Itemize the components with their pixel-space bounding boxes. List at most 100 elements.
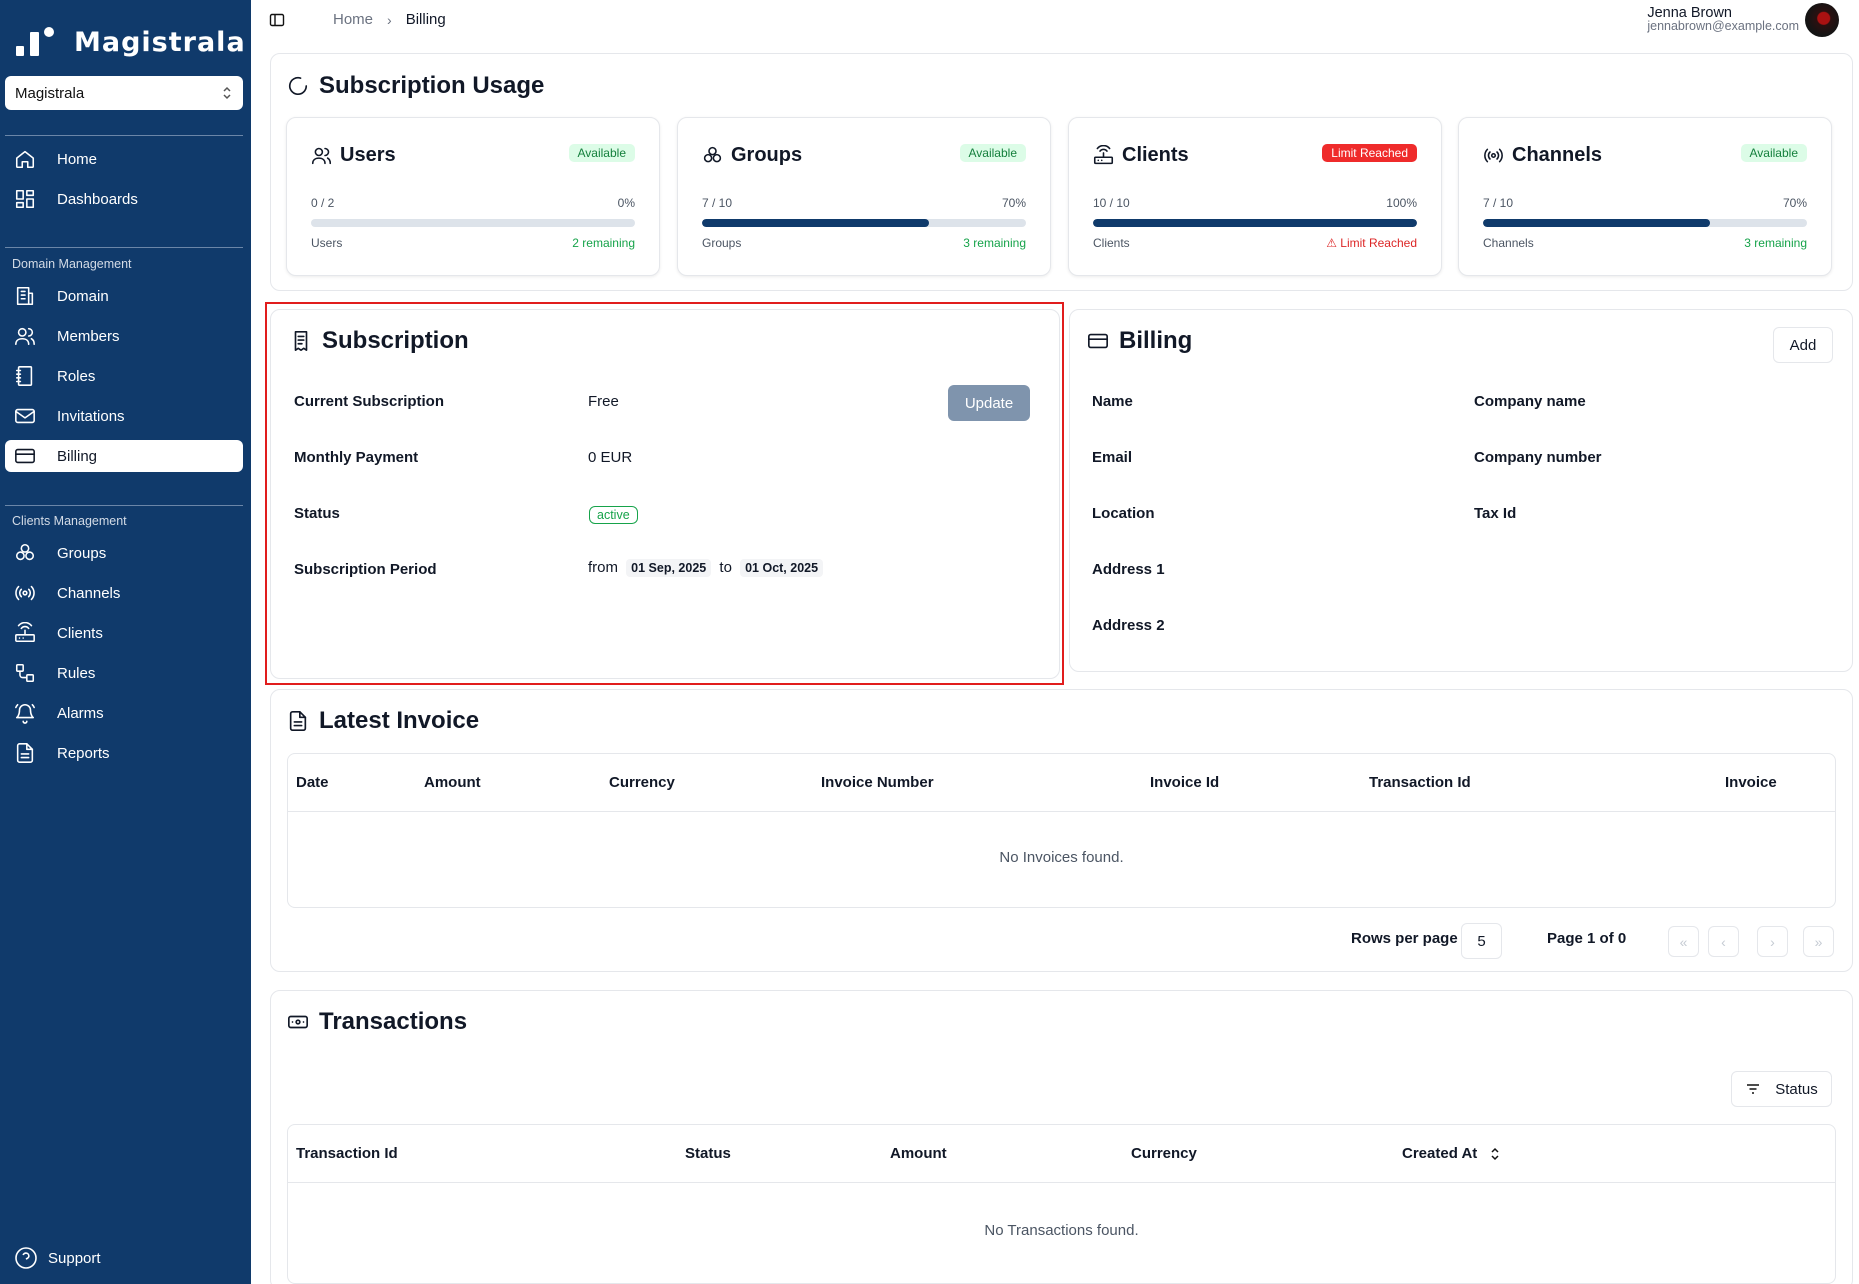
transactions-card: Transactions Status Transaction Id Statu… xyxy=(270,990,1853,1284)
sidebar-item-dashboards[interactable]: Dashboards xyxy=(5,183,243,215)
usage-card-users: Users Available 0 / 2 0% Users 2 remaini… xyxy=(286,117,660,276)
billing-address1-label: Address 1 xyxy=(1092,561,1165,578)
mail-icon xyxy=(15,408,35,424)
billing-location-label: Location xyxy=(1092,505,1155,522)
sidebar-item-members[interactable]: Members xyxy=(5,320,243,352)
status-filter-label: Status xyxy=(1775,1080,1818,1098)
logo-icon xyxy=(16,24,64,60)
billing-address2-label: Address 2 xyxy=(1092,617,1165,634)
sidebar-item-roles[interactable]: Roles xyxy=(5,360,243,392)
sidebar-item-domain[interactable]: Domain xyxy=(5,280,243,312)
latest-invoice-title: Latest Invoice xyxy=(287,707,479,735)
domain-selector[interactable]: Magistrala xyxy=(5,76,243,110)
breadcrumb-home[interactable]: Home xyxy=(333,11,373,28)
subscription-usage-title: Subscription Usage xyxy=(287,72,544,100)
transactions-heading: Transactions xyxy=(319,1008,468,1035)
sidebar-divider xyxy=(5,247,243,248)
sidebar-item-groups[interactable]: Groups xyxy=(5,537,243,569)
sidebar-item-label: Invitations xyxy=(57,407,125,425)
usage-progress-bar xyxy=(1483,219,1807,227)
user-name: Jenna Brown xyxy=(1647,5,1732,21)
usage-title: Users xyxy=(311,144,396,167)
sidebar-toggle-icon[interactable] xyxy=(269,12,285,28)
status-badge: Available xyxy=(959,144,1026,162)
status-badge: Available xyxy=(568,144,635,162)
usage-remaining: 3 remaining xyxy=(1744,236,1807,250)
table-divider xyxy=(288,1182,1835,1183)
support-link[interactable]: Support xyxy=(14,1246,101,1270)
sidebar-item-label: Dashboards xyxy=(57,190,138,208)
usage-label: Clients xyxy=(1093,236,1130,250)
domain-management-heading: Domain Management xyxy=(12,257,132,271)
brand-logo[interactable]: Magistrala xyxy=(16,22,246,62)
usage-title: Groups xyxy=(702,144,802,167)
column-header: Invoice Id xyxy=(1150,774,1220,791)
home-icon xyxy=(15,150,35,169)
building-icon xyxy=(16,286,34,306)
column-header: Amount xyxy=(890,1145,947,1162)
last-page-button[interactable]: » xyxy=(1803,926,1834,957)
file-text-icon xyxy=(289,711,307,731)
page-info: Page 1 of 0 xyxy=(1547,930,1627,947)
status-filter-button[interactable]: Status xyxy=(1731,1071,1832,1107)
usage-label: Groups xyxy=(702,236,742,250)
sidebar-item-home[interactable]: Home xyxy=(5,143,243,175)
sidebar-item-billing[interactable]: Billing xyxy=(5,440,243,472)
previous-page-button[interactable]: ‹ xyxy=(1708,926,1739,957)
usage-card-clients: Clients Limit Reached 10 / 10 100% Clien… xyxy=(1068,117,1442,276)
usage-remaining: 3 remaining xyxy=(963,236,1026,250)
column-header-label: Created At xyxy=(1402,1145,1478,1162)
help-circle-icon xyxy=(15,1247,37,1269)
usage-count: 7 / 10 xyxy=(1483,196,1514,210)
banknote-icon xyxy=(288,1015,308,1029)
usage-remaining: ⚠ Limit Reached xyxy=(1326,236,1417,250)
next-page-button[interactable]: › xyxy=(1757,926,1788,957)
usage-progress-fill xyxy=(1093,219,1417,227)
first-page-button[interactable]: « xyxy=(1668,926,1699,957)
usage-remaining: 2 remaining xyxy=(572,236,635,250)
user-email: jennabrown@example.com xyxy=(1647,19,1799,33)
sidebar-item-channels[interactable]: Channels xyxy=(5,577,243,609)
report-icon xyxy=(16,743,34,763)
usage-percent: 70% xyxy=(1782,196,1807,210)
sidebar-item-invitations[interactable]: Invitations xyxy=(5,400,243,432)
billing-tax-id-label: Tax Id xyxy=(1474,505,1517,522)
alert-triangle-icon: ⚠ xyxy=(1326,236,1341,250)
sidebar-item-rules[interactable]: Rules xyxy=(5,657,243,689)
sortable-column-header[interactable]: Created At xyxy=(1402,1145,1501,1162)
sidebar: Magistrala Magistrala Home Dashboards Do… xyxy=(0,0,251,1284)
usage-title-text: Channels xyxy=(1512,144,1603,166)
transactions-title: Transactions xyxy=(287,1008,467,1036)
clients-management-heading: Clients Management xyxy=(12,514,127,528)
sort-icon xyxy=(1491,1147,1499,1160)
usage-label: Channels xyxy=(1483,236,1534,250)
usage-progress-fill xyxy=(1483,219,1710,227)
usage-count: 10 / 10 xyxy=(1093,196,1130,210)
support-label: Support xyxy=(48,1249,101,1267)
sidebar-divider xyxy=(5,505,243,506)
empty-state: No Transactions found. xyxy=(984,1222,1139,1239)
sidebar-item-alarms[interactable]: Alarms xyxy=(5,697,243,729)
add-billing-button[interactable]: Add xyxy=(1773,327,1833,363)
sidebar-item-label: Roles xyxy=(57,367,96,385)
top-bar: Home › Billing Jenna Brown jennabrown@ex… xyxy=(251,0,1859,42)
limit-reached-text: Limit Reached xyxy=(1340,236,1417,250)
billing-card xyxy=(1069,309,1853,672)
sidebar-item-label: Clients xyxy=(57,624,103,642)
dashboard-icon xyxy=(15,189,35,209)
breadcrumb-current: Billing xyxy=(405,11,446,28)
highlight-box xyxy=(265,302,1064,685)
usage-title-text: Clients xyxy=(1122,144,1189,166)
groups-icon xyxy=(15,543,35,561)
usage-percent: 0% xyxy=(617,196,635,210)
filter-icon xyxy=(1747,1084,1760,1094)
radio-icon xyxy=(1484,148,1503,163)
user-menu[interactable]: Jenna Brown jennabrown@example.com xyxy=(1647,6,1799,33)
usage-progress-bar xyxy=(1093,219,1417,227)
rows-per-page-select[interactable]: 5 xyxy=(1461,923,1502,959)
usage-percent: 100% xyxy=(1386,196,1417,210)
sidebar-item-clients[interactable]: Clients xyxy=(5,617,243,649)
avatar[interactable] xyxy=(1805,3,1839,37)
sidebar-item-reports[interactable]: Reports xyxy=(5,737,243,769)
sidebar-item-label: Rules xyxy=(57,664,96,682)
